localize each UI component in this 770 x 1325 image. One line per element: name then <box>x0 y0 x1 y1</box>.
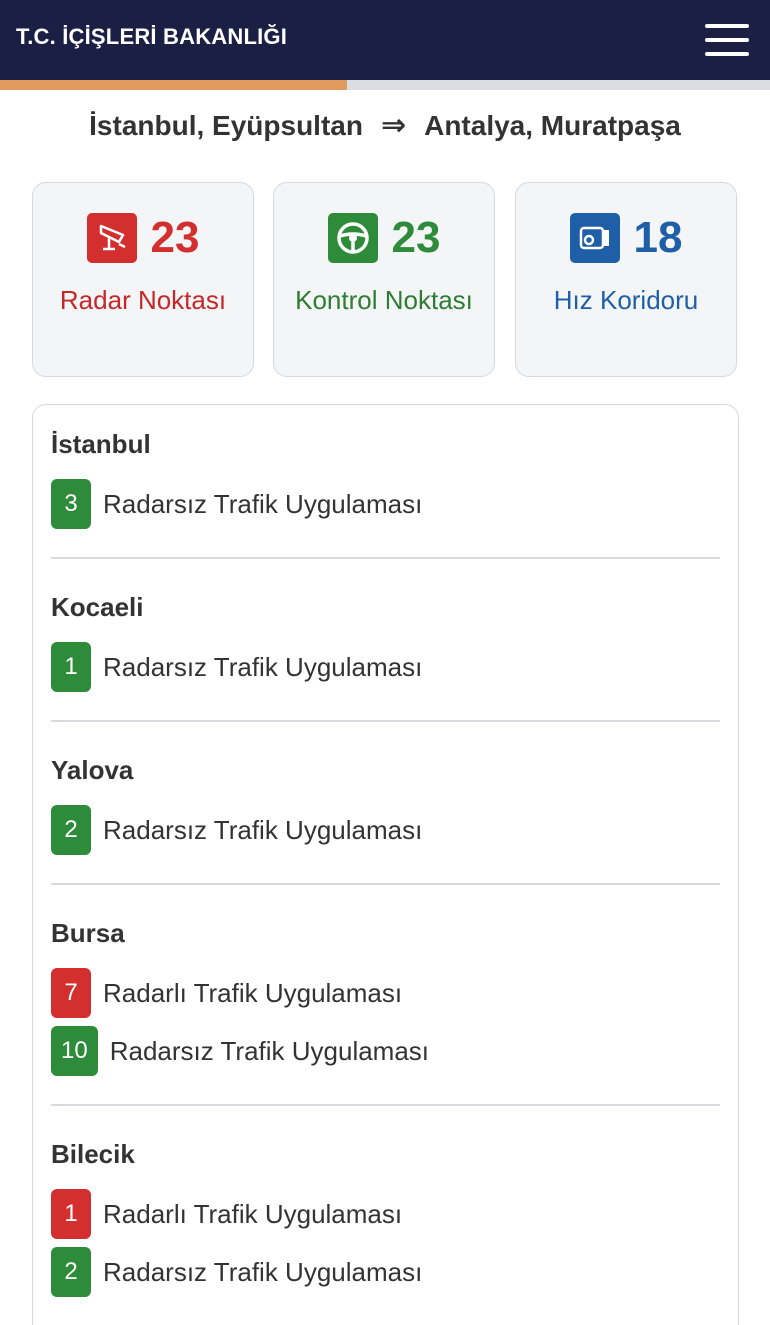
divider <box>51 883 720 885</box>
list-item[interactable]: 1 Radarsız Trafik Uygulaması <box>51 642 422 692</box>
list-item-label: Radarsız Trafik Uygulaması <box>103 651 423 682</box>
city-name-yalova: Yalova <box>51 755 134 785</box>
city-list-card: İstanbul 3 Radarsız Trafik Uygulaması Ko… <box>32 404 739 1325</box>
hamburger-menu-icon[interactable] <box>705 24 749 58</box>
speed-camera-icon <box>569 213 620 263</box>
speed-corridor-count: 18 <box>633 213 683 262</box>
list-item-label: Radarsız Trafik Uygulaması <box>103 1256 423 1287</box>
speed-corridor-card[interactable]: 18 Hız Koridoru <box>515 182 737 377</box>
ministry-title: T.C. İÇİŞLERİ BAKANLIĞI <box>16 24 288 49</box>
list-item-label: Radarsız Trafik Uygulaması <box>103 814 423 845</box>
count-badge: 1 <box>51 642 91 692</box>
route-progress-fill <box>0 80 347 90</box>
radar-points-label: Radar Noktası <box>59 285 227 315</box>
radar-camera-icon <box>86 213 137 263</box>
list-item-label: Radarlı Trafik Uygulaması <box>103 977 403 1008</box>
city-name-istanbul: İstanbul <box>51 429 151 459</box>
count-badge: 2 <box>51 1247 91 1297</box>
radar-points-card[interactable]: 23 Radar Noktası <box>32 182 254 377</box>
city-name-bursa: Bursa <box>51 918 125 948</box>
list-item[interactable]: 10 Radarsız Trafik Uygulaması <box>51 1026 429 1076</box>
speed-corridor-label: Hız Koridoru <box>553 285 699 315</box>
count-badge: 10 <box>51 1026 98 1076</box>
list-item[interactable]: 1 Radarlı Trafik Uygulaması <box>51 1189 402 1239</box>
city-name-bilecik: Bilecik <box>51 1139 135 1169</box>
route-title: İstanbul, Eyüpsultan ⇒ Antalya, Muratpaşa <box>0 108 770 143</box>
route-destination: Antalya, Muratpaşa <box>424 110 681 141</box>
list-item-label: Radarsız Trafik Uygulaması <box>103 488 423 519</box>
top-bar: T.C. İÇİŞLERİ BAKANLIĞI <box>0 0 770 80</box>
control-points-label: Kontrol Noktası <box>295 285 473 315</box>
count-badge: 7 <box>51 968 91 1018</box>
divider <box>51 720 720 722</box>
route-progress-bar <box>0 80 770 90</box>
list-item[interactable]: 2 Radarsız Trafik Uygulaması <box>51 1247 422 1297</box>
control-points-card[interactable]: 23 Kontrol Noktası <box>273 182 495 377</box>
list-item[interactable]: 2 Radarsız Trafik Uygulaması <box>51 805 422 855</box>
route-origin: İstanbul, Eyüpsultan <box>89 110 363 141</box>
count-badge: 2 <box>51 805 91 855</box>
control-points-count: 23 <box>391 213 441 262</box>
city-name-kocaeli: Kocaeli <box>51 592 144 622</box>
list-item-label: Radarsız Trafik Uygulaması <box>109 1035 430 1066</box>
divider <box>51 557 720 559</box>
list-item[interactable]: 3 Radarsız Trafik Uygulaması <box>51 479 422 529</box>
divider <box>51 1104 720 1106</box>
list-item-label: Radarlı Trafik Uygulaması <box>103 1198 403 1229</box>
list-item[interactable]: 7 Radarlı Trafik Uygulaması <box>51 968 402 1018</box>
count-badge: 3 <box>51 479 91 529</box>
steering-wheel-icon <box>327 213 378 263</box>
route-arrow-icon: ⇒ <box>380 109 407 142</box>
radar-points-count: 23 <box>150 213 200 262</box>
count-badge: 1 <box>51 1189 91 1239</box>
